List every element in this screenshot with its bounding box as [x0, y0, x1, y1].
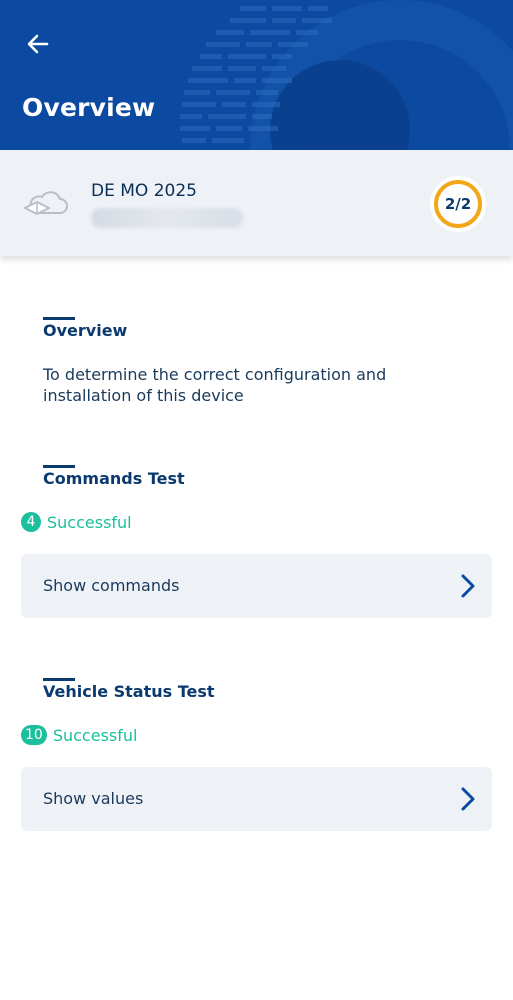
commands-status: 4 Successful: [21, 512, 132, 532]
vehicle-status-label: Successful: [52, 725, 138, 745]
vehicle-success-count: 10: [21, 725, 47, 745]
show-values-button[interactable]: Show values: [21, 767, 492, 831]
back-button[interactable]: [20, 26, 56, 62]
progress-text: 2/2: [444, 195, 472, 213]
device-id-redacted: [91, 208, 243, 228]
vehicle-section-title: Vehicle Status Test: [43, 682, 215, 701]
show-commands-button[interactable]: Show commands: [21, 554, 492, 618]
show-values-label: Show values: [43, 789, 144, 808]
progress-badge: 2/2: [430, 176, 486, 232]
commands-section-title: Commands Test: [43, 469, 185, 488]
device-name: DE MO 2025: [91, 181, 197, 201]
arrow-left-icon: [27, 34, 49, 54]
commands-success-count: 4: [21, 512, 41, 532]
section-accent-line: [43, 678, 75, 681]
section-accent-line: [43, 317, 75, 320]
show-commands-label: Show commands: [43, 576, 180, 595]
chevron-right-icon: [461, 574, 475, 598]
overview-description: To determine the correct configuration a…: [43, 365, 387, 405]
vehicle-status: 10 Successful: [21, 725, 137, 745]
page-title: Overview: [22, 93, 156, 122]
chevron-right-icon: [461, 787, 475, 811]
overview-section-title: Overview: [43, 321, 128, 340]
section-accent-line: [43, 465, 75, 468]
header-decoration: [180, 0, 513, 150]
commands-status-label: Successful: [47, 512, 132, 532]
cloud-device-icon: [24, 191, 68, 215]
app-header: Overview: [0, 0, 513, 150]
